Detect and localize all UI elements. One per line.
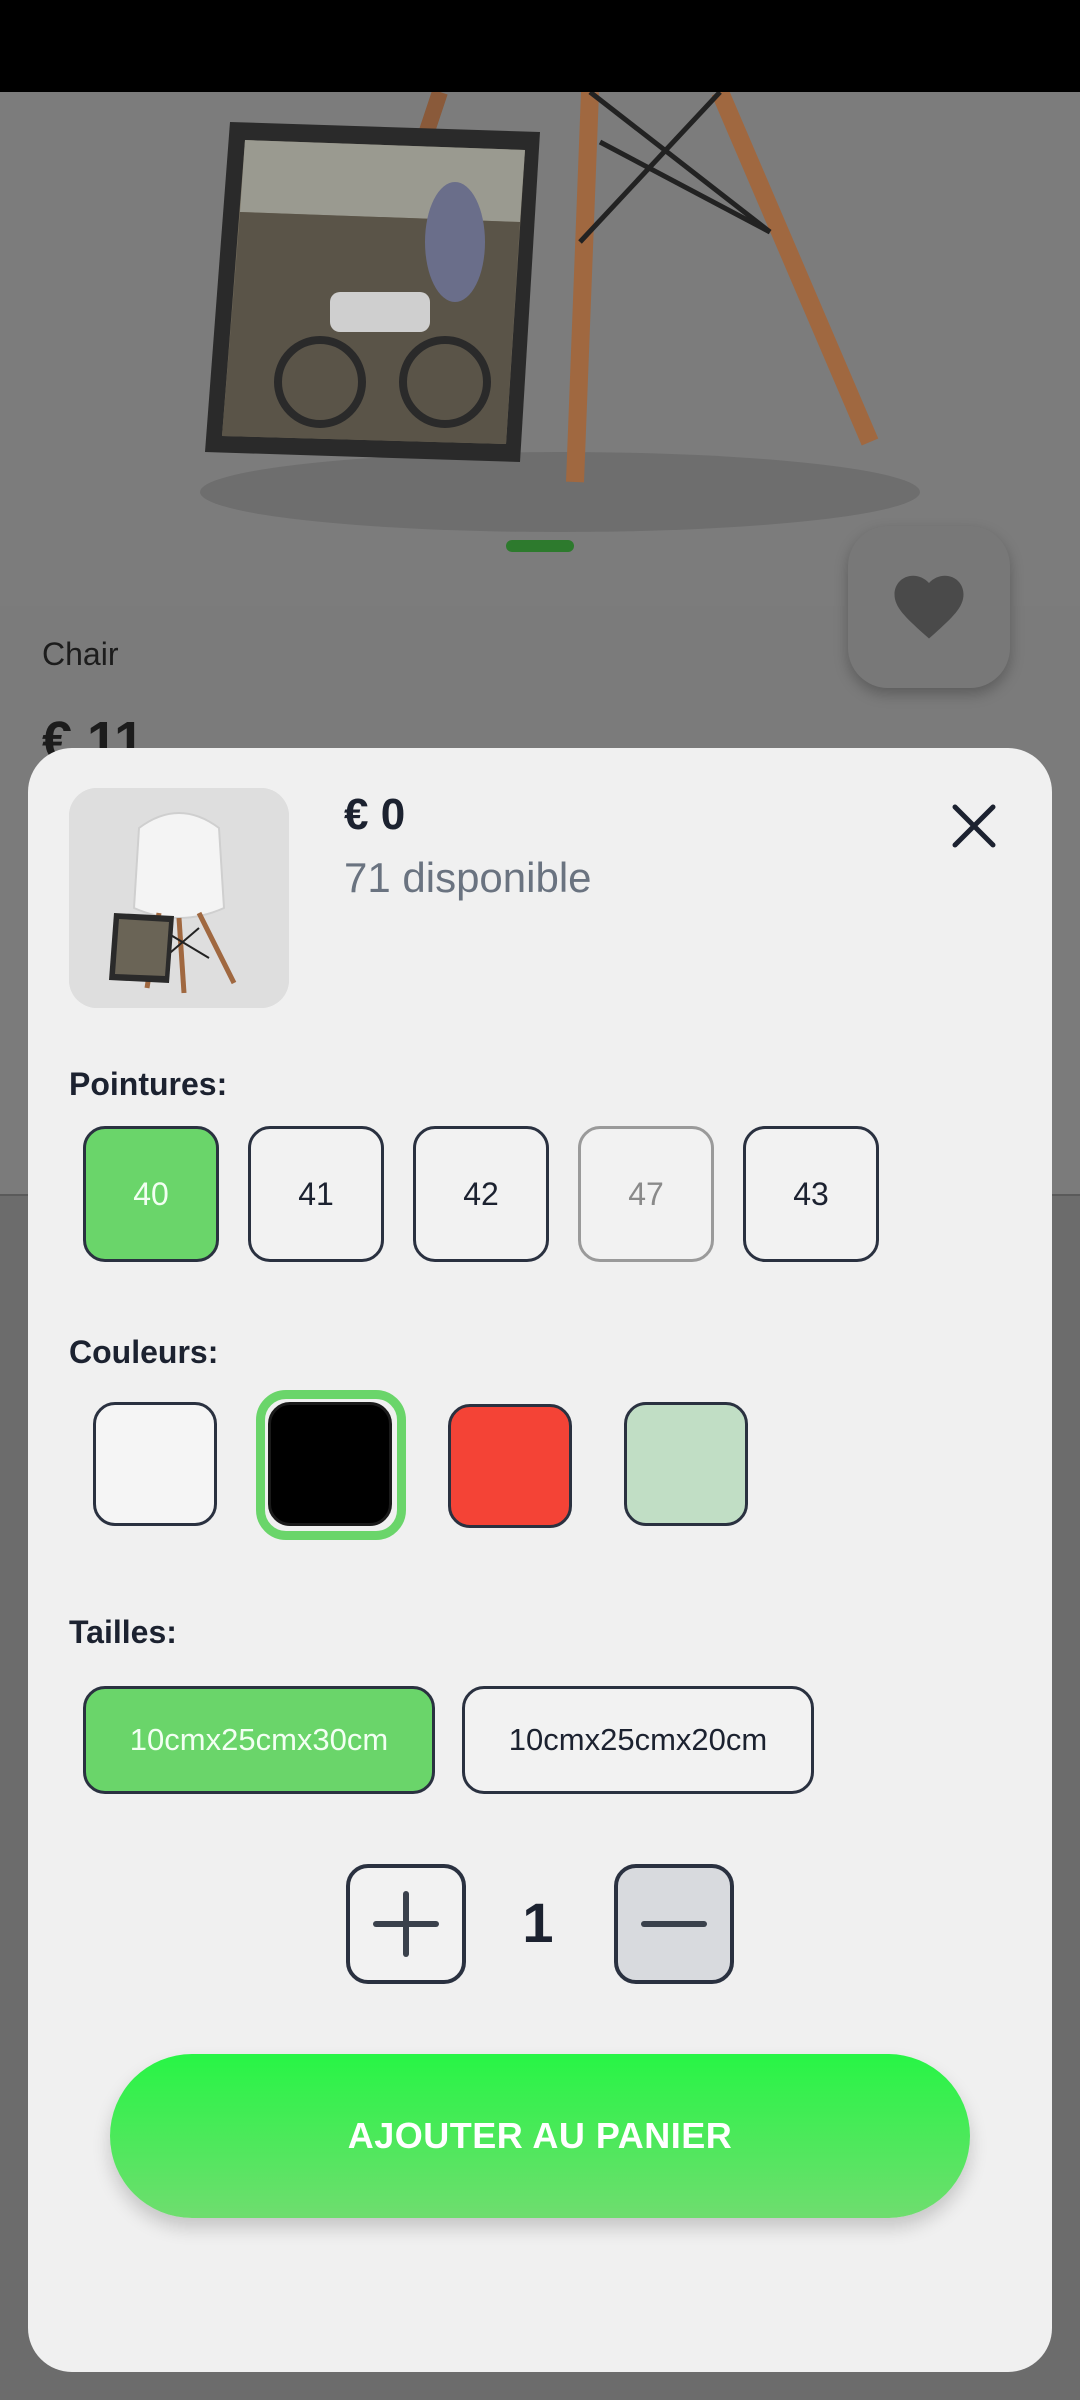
chair-thumbnail-image xyxy=(69,788,289,1008)
colors-label: Couleurs: xyxy=(69,1334,219,1370)
quantity-value: 1 xyxy=(522,1891,554,1954)
size-option-42[interactable]: 42 xyxy=(413,1126,549,1262)
color-option-white[interactable] xyxy=(93,1402,217,1526)
color-option-light-green[interactable] xyxy=(624,1402,748,1526)
minus-icon xyxy=(641,1921,707,1927)
size-option-40[interactable]: 40 xyxy=(83,1126,219,1262)
size-option-41[interactable]: 41 xyxy=(248,1126,384,1262)
increment-quantity-button[interactable] xyxy=(346,1864,466,1984)
dimensions-label: Tailles: xyxy=(69,1614,177,1650)
product-name: Chair xyxy=(42,636,119,672)
dimension-option-30cm[interactable]: 10cmx25cmx30cm xyxy=(83,1686,435,1794)
close-icon xyxy=(952,804,996,848)
carousel-indicator xyxy=(506,540,574,552)
close-button[interactable] xyxy=(944,796,1004,856)
favorite-button[interactable] xyxy=(848,526,1010,688)
add-to-cart-button[interactable]: AJOUTER AU PANIER xyxy=(110,2054,970,2218)
product-thumbnail xyxy=(69,788,289,1008)
variant-price: € 0 xyxy=(344,790,406,839)
plus-icon xyxy=(373,1891,439,1957)
color-option-black[interactable] xyxy=(268,1402,392,1526)
dimension-option-20cm[interactable]: 10cmx25cmx20cm xyxy=(462,1686,814,1794)
decrement-quantity-button[interactable] xyxy=(614,1864,734,1984)
status-bar xyxy=(0,0,1080,92)
color-option-red[interactable] xyxy=(448,1404,572,1528)
stock-count: 71 disponible xyxy=(344,854,592,901)
variant-bottom-sheet: € 0 71 disponible Pointures: 40 41 42 47… xyxy=(28,748,1052,2372)
size-option-47[interactable]: 47 xyxy=(578,1126,714,1262)
sizes-label: Pointures: xyxy=(69,1066,228,1102)
heart-icon xyxy=(894,575,964,639)
size-option-43[interactable]: 43 xyxy=(743,1126,879,1262)
